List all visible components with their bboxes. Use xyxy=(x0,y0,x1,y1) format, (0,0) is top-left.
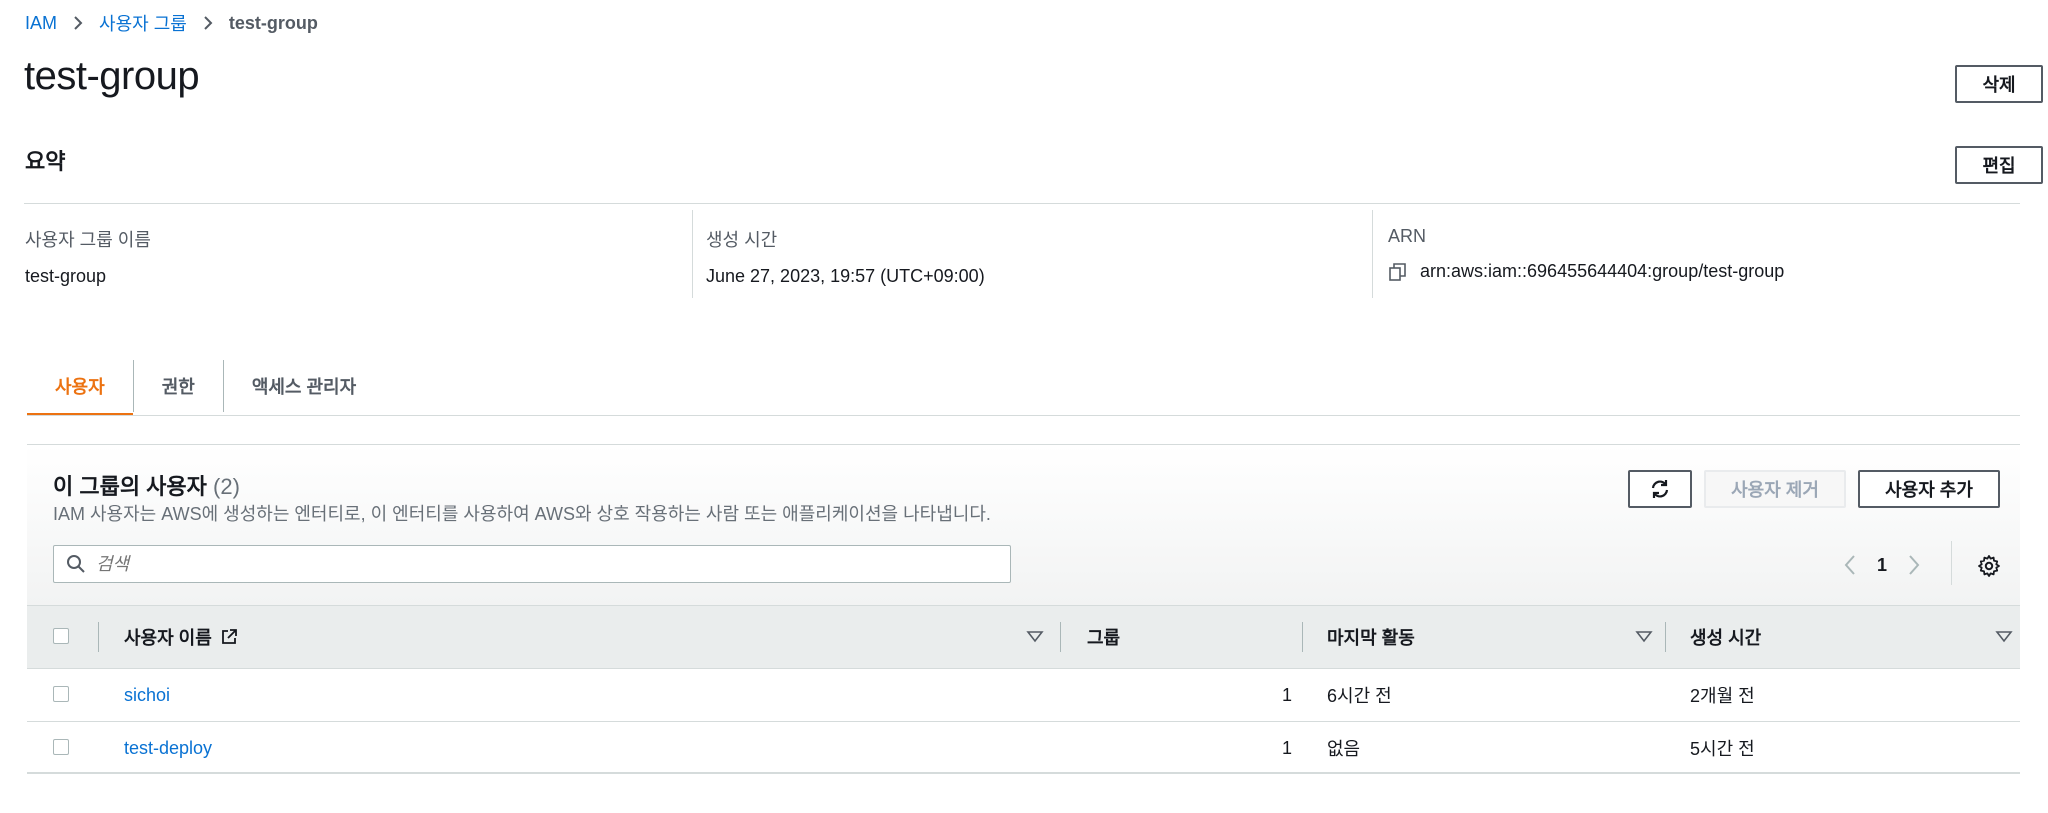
breadcrumb-iam[interactable]: IAM xyxy=(25,13,57,34)
sort-caret-icon[interactable] xyxy=(1026,628,1044,646)
breadcrumb: IAM 사용자 그룹 test-group xyxy=(25,10,318,36)
column-header-last-activity[interactable]: 마지막 활동 xyxy=(1327,606,1415,668)
refresh-button[interactable] xyxy=(1628,470,1692,508)
creation-time: 5시간 전 xyxy=(1690,739,1755,759)
creation-time: 2개월 전 xyxy=(1690,686,1755,706)
chevron-right-icon[interactable] xyxy=(1907,554,1921,576)
refresh-icon xyxy=(1651,480,1669,498)
users-panel-title: 이 그룹의 사용자 (2) xyxy=(53,469,240,501)
search-icon xyxy=(67,555,85,573)
search-field[interactable] xyxy=(53,545,1011,583)
group-name-value: test-group xyxy=(25,266,107,286)
column-divider xyxy=(1372,210,1373,298)
page-number[interactable]: 1 xyxy=(1877,555,1887,576)
arn-label: ARN xyxy=(1388,226,1427,246)
summary-creation-time: 생성 시간 June 27, 2023, 19:57 (UTC+09:00) xyxy=(706,212,1356,298)
row-checkbox[interactable] xyxy=(53,739,69,755)
edit-button[interactable]: 편집 xyxy=(1955,146,2043,184)
group-name-label: 사용자 그룹 이름 xyxy=(25,230,151,250)
pager-divider xyxy=(1951,541,1952,585)
tab-permissions[interactable]: 권한 xyxy=(134,356,223,416)
user-name-link[interactable]: sichoi xyxy=(124,685,170,706)
summary-group-name: 사용자 그룹 이름 test-group xyxy=(25,212,675,298)
summary-arn: ARN arn:aws:iam::696455644404:group/test… xyxy=(1388,212,2008,298)
arn-row: arn:aws:iam::696455644404:group/test-gro… xyxy=(1388,261,2008,282)
breadcrumb-current: test-group xyxy=(228,12,318,33)
pagination: 1 xyxy=(1843,547,1921,583)
creation-time-value: June 27, 2023, 19:57 (UTC+09:00) xyxy=(706,266,985,286)
add-users-button[interactable]: 사용자 추가 xyxy=(1858,470,2000,508)
users-panel-description: IAM 사용자는 AWS에 생성하는 엔터티로, 이 엔터티를 사용하여 AWS… xyxy=(53,504,991,524)
tab-list: 사용자 권한 액세스 관리자 xyxy=(27,356,384,416)
chevron-right-icon xyxy=(204,16,213,30)
users-panel: 이 그룹의 사용자 (2) IAM 사용자는 AWS에 생성하는 엔터티로, 이… xyxy=(27,444,2020,774)
column-header-creation-time[interactable]: 생성 시간 xyxy=(1690,606,1761,668)
remove-users-button[interactable]: 사용자 제거 xyxy=(1704,470,1846,508)
column-label-user-name: 사용자 이름 xyxy=(124,628,212,648)
delete-button[interactable]: 삭제 xyxy=(1955,65,2043,103)
settings-gear-icon[interactable] xyxy=(1977,554,2001,578)
column-header-groups[interactable]: 그룹 xyxy=(1087,606,1120,668)
column-divider xyxy=(1302,622,1303,652)
column-divider xyxy=(1665,622,1666,652)
arn-value: arn:aws:iam::696455644404:group/test-gro… xyxy=(1420,261,1785,281)
table-row: test-deploy 1 없음 5시간 전 xyxy=(27,722,2020,775)
sort-caret-icon[interactable] xyxy=(1635,628,1653,646)
groups-count: 1 xyxy=(1281,737,1292,758)
column-divider xyxy=(1060,622,1061,652)
tabs-divider xyxy=(27,415,2020,416)
user-name-link[interactable]: test-deploy xyxy=(124,738,212,759)
summary-divider xyxy=(24,203,2020,204)
column-header-user-name[interactable]: 사용자 이름 xyxy=(124,606,238,668)
copy-icon[interactable] xyxy=(1388,262,1408,282)
summary-title: 요약 xyxy=(25,149,66,174)
breadcrumb-user-groups[interactable]: 사용자 그룹 xyxy=(99,10,187,36)
select-all-checkbox[interactable] xyxy=(53,628,69,644)
tab-users[interactable]: 사용자 xyxy=(27,356,133,416)
users-panel-header: 이 그룹의 사용자 (2) IAM 사용자는 AWS에 생성하는 엔터티로, 이… xyxy=(27,445,2020,605)
users-panel-title-text: 이 그룹의 사용자 xyxy=(53,474,207,499)
external-link-icon xyxy=(221,629,237,644)
users-count: (2) xyxy=(213,474,240,499)
search-input[interactable] xyxy=(96,553,976,575)
chevron-left-icon[interactable] xyxy=(1843,554,1857,576)
column-divider xyxy=(692,210,693,298)
page-title: test-group xyxy=(24,54,200,98)
table-row: sichoi 1 6시간 전 2개월 전 xyxy=(27,669,2020,722)
column-divider xyxy=(98,622,99,652)
table-header: 사용자 이름 그룹 마지막 활동 생성 시간 xyxy=(27,605,2020,669)
last-activity: 없음 xyxy=(1327,739,1361,759)
groups-count: 1 xyxy=(1281,684,1292,705)
creation-time-label: 생성 시간 xyxy=(706,230,778,250)
row-checkbox[interactable] xyxy=(53,686,69,702)
last-activity: 6시간 전 xyxy=(1327,686,1392,706)
sort-caret-icon[interactable] xyxy=(1995,628,2013,646)
chevron-right-icon xyxy=(74,16,83,30)
tab-access-advisor[interactable]: 액세스 관리자 xyxy=(224,356,384,416)
